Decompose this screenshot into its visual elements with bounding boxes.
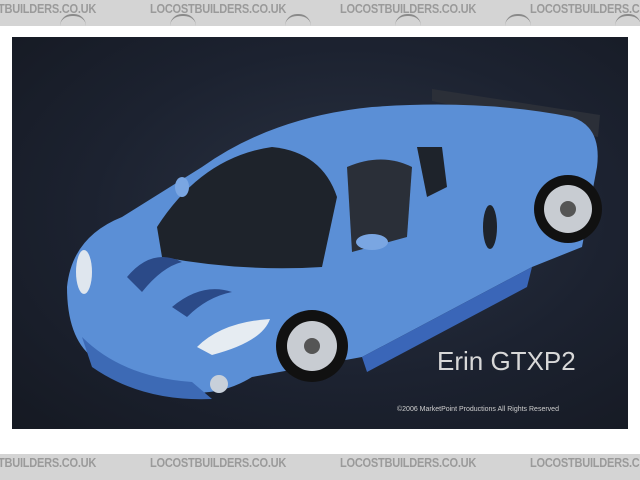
watermark-banner-bottom: LOCOSTBUILDERS.CO.UK LOCOSTBUILDERS.CO.UK… bbox=[0, 454, 640, 480]
watermark-text: LOCOSTBUILDERS.CO.UK bbox=[150, 455, 287, 470]
car-model-title: Erin GTXP2 bbox=[437, 346, 576, 376]
car-photo: Erin GTXP2 ©2006 MarketPoint Productions… bbox=[12, 37, 628, 429]
watermark-text: LOCOSTBUILDERS.CO.UK bbox=[530, 455, 640, 470]
watermark-text: LOCOSTBUILDERS.CO.UK bbox=[340, 455, 477, 470]
car-logo-icons bbox=[0, 14, 640, 26]
watermark-banner-top: LOCOSTBUILDERS.CO.UKLOCOSTBUILDERS.CO.UK… bbox=[0, 0, 640, 26]
watermark-text: LOCOSTBUILDERS.CO.UK bbox=[0, 455, 97, 470]
copyright-notice: ©2006 MarketPoint Productions All Rights… bbox=[397, 406, 559, 413]
